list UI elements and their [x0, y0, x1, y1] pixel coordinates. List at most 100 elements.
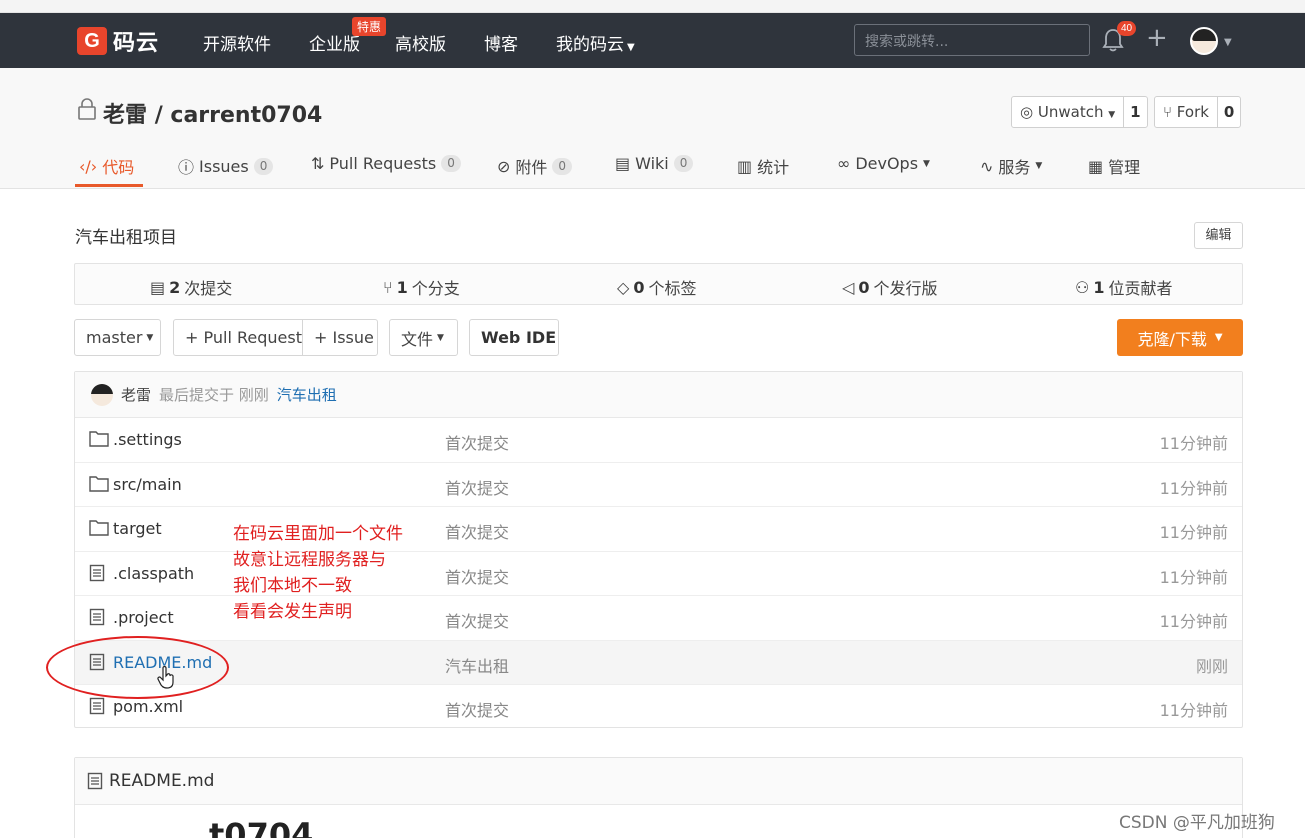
gitee-logo[interactable]: G 码云: [77, 25, 159, 57]
commits-label: 次提交: [184, 279, 233, 298]
tab-statistics-label: 统计: [757, 158, 790, 177]
table-row[interactable]: src/main 首次提交 11分钟前: [75, 463, 1242, 507]
file-commit-message[interactable]: 首次提交: [445, 608, 509, 632]
tab-statistics[interactable]: ▥ 统计: [737, 154, 789, 178]
unwatch-button-group[interactable]: ◎ Unwatch ▼ 1: [1011, 96, 1148, 128]
search-input[interactable]: 搜索或跳转...: [854, 24, 1090, 56]
chevron-down-icon: ▼: [1035, 161, 1043, 171]
chevron-down-icon: ▼: [923, 158, 930, 169]
tab-wiki[interactable]: ▤ Wiki 0: [615, 154, 694, 173]
file-commit-message[interactable]: 首次提交: [445, 564, 509, 588]
web-ide-button[interactable]: Web IDE: [469, 319, 559, 356]
table-row[interactable]: .settings 首次提交 11分钟前: [75, 418, 1242, 463]
tab-pull-requests[interactable]: ⇅ Pull Requests 0: [311, 154, 461, 173]
chevron-down-icon: ▼: [146, 332, 154, 343]
file-menu-label: 文件: [401, 329, 434, 349]
gitee-logo-icon: G: [77, 27, 107, 55]
watermark: CSDN @平凡加班狗: [1119, 813, 1275, 833]
tab-code[interactable]: ‹/› 代码: [79, 154, 134, 178]
chevron-down-icon: ▼: [1214, 332, 1223, 343]
file-commit-message[interactable]: 汽车出租: [445, 653, 509, 677]
hand-cursor-icon: [157, 666, 174, 689]
nav-blog[interactable]: 博客: [484, 30, 518, 55]
readme-heading: t0704: [209, 816, 314, 838]
book-icon: ▤: [615, 154, 631, 173]
commit-author[interactable]: 老雷: [121, 384, 151, 405]
clone-download-button[interactable]: 克隆/下载 ▼: [1117, 319, 1243, 356]
stat-commits[interactable]: ▤ 2 次提交: [150, 275, 232, 299]
plus-icon[interactable]: +: [1146, 23, 1168, 53]
repo-header: 老雷 / carrent0704 ◎ Unwatch ▼ 1 ⑂ Fork 0 …: [0, 68, 1305, 189]
commits-count: 2: [169, 277, 181, 297]
stat-tags[interactable]: ◇ 0 个标签: [617, 275, 696, 299]
file-commit-message[interactable]: 首次提交: [445, 519, 509, 543]
new-pull-request-button[interactable]: + Pull Request: [173, 319, 303, 356]
edit-description-button[interactable]: 编辑: [1194, 222, 1243, 249]
commit-message-link[interactable]: 汽车出租: [277, 384, 337, 405]
repo-name[interactable]: carrent0704: [170, 103, 322, 128]
chevron-down-icon: ▼: [1108, 110, 1116, 120]
file-name[interactable]: .project: [113, 608, 174, 627]
nav-university[interactable]: 高校版: [395, 30, 446, 55]
branch-select[interactable]: master ▼: [74, 319, 161, 356]
stat-contributors[interactable]: ⚇ 1 位贡献者: [1075, 275, 1173, 299]
releases-label: 个发行版: [873, 279, 938, 298]
file-name[interactable]: pom.xml: [113, 697, 183, 716]
file-commit-message[interactable]: 首次提交: [445, 475, 509, 499]
repo-stats-bar: ▤ 2 次提交 ⑂ 1 个分支 ◇ 0 个标签 ◁ 0 个发行版 ⚇ 1 位贡献者: [74, 263, 1243, 305]
browser-top-strip: [0, 0, 1305, 13]
fork-count[interactable]: 0: [1216, 97, 1240, 127]
tab-pr-count: 0: [441, 155, 461, 172]
releases-count: 0: [858, 277, 870, 297]
file-name[interactable]: .classpath: [113, 564, 194, 583]
stat-releases[interactable]: ◁ 0 个发行版: [842, 275, 937, 299]
table-row[interactable]: pom.xml 首次提交 11分钟前: [75, 685, 1242, 730]
table-row[interactable]: README.md 汽车出租 刚刚: [75, 640, 1242, 685]
pulse-icon: ∿: [980, 156, 994, 176]
commit-author-avatar[interactable]: [91, 383, 113, 406]
unwatch-button[interactable]: ◎ Unwatch ▼: [1012, 97, 1123, 127]
branch-name: master: [86, 328, 143, 347]
logo-text: 码云: [113, 31, 160, 56]
user-avatar[interactable]: [1190, 27, 1218, 55]
file-icon: [87, 772, 103, 790]
watch-count[interactable]: 1: [1123, 97, 1146, 127]
tab-devops-label: DevOps: [855, 154, 919, 173]
chevron-down-icon: ▼: [437, 332, 444, 343]
file-menu-button[interactable]: 文件 ▼: [389, 319, 458, 356]
fork-label: Fork: [1176, 103, 1209, 121]
tab-devops[interactable]: ∞ DevOps ▼: [837, 154, 930, 173]
file-commit-time: 11分钟前: [1159, 434, 1228, 453]
tab-manage[interactable]: ▦ 管理: [1088, 154, 1140, 178]
commit-time-text: 最后提交于 刚刚: [159, 386, 269, 404]
chevron-down-icon[interactable]: ▼: [1224, 37, 1232, 48]
code-icon: ‹/›: [79, 156, 98, 176]
file-commit-message[interactable]: 首次提交: [445, 430, 509, 454]
repo-owner[interactable]: 老雷: [103, 103, 147, 128]
nav-my-gitee[interactable]: 我的码云 ▼: [556, 30, 635, 55]
file-name[interactable]: .settings: [113, 430, 182, 449]
nav-my-gitee-label: 我的码云: [556, 35, 624, 55]
tab-attachments[interactable]: ⊘ 附件 0: [497, 154, 573, 178]
tab-services[interactable]: ∿ 服务 ▼: [980, 154, 1042, 178]
file-commit-time: 11分钟前: [1159, 701, 1228, 720]
manage-icon: ▦: [1088, 156, 1104, 176]
tags-label: 个标签: [648, 279, 697, 298]
nav-open-source[interactable]: 开源软件: [203, 30, 271, 55]
new-issue-button[interactable]: + Issue: [302, 319, 378, 356]
stat-branches[interactable]: ⑂ 1 个分支: [383, 275, 460, 299]
lock-icon: [78, 98, 96, 120]
file-commit-message[interactable]: 首次提交: [445, 697, 509, 721]
file-commit-time: 11分钟前: [1159, 478, 1228, 498]
issue-icon: ⓘ: [178, 158, 195, 177]
fork-button[interactable]: ⑂ Fork: [1155, 97, 1217, 127]
readme-panel: README.md t0704: [74, 757, 1243, 838]
tab-issues[interactable]: ⓘ Issues 0: [178, 154, 274, 178]
repo-title: 老雷 / carrent0704: [103, 97, 322, 129]
fork-button-group[interactable]: ⑂ Fork 0: [1154, 96, 1242, 128]
contributors-count: 1: [1093, 277, 1105, 297]
pull-request-icon: ⇅: [311, 154, 325, 173]
release-icon: ◁: [842, 277, 855, 297]
file-name[interactable]: target: [113, 519, 162, 538]
file-name[interactable]: src/main: [113, 475, 182, 494]
